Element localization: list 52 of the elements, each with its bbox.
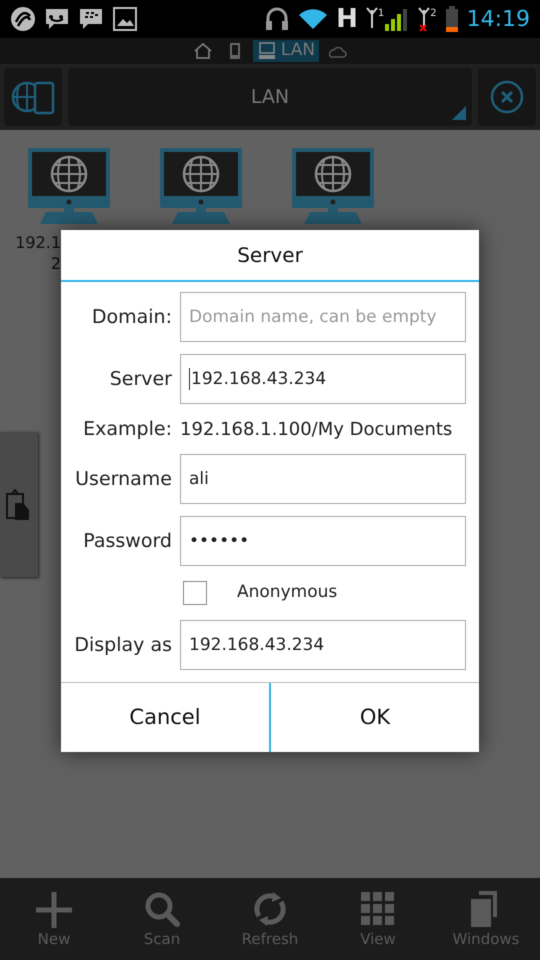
field-label: Password [82, 528, 173, 554]
app-icon [10, 6, 36, 32]
battery-icon [444, 5, 459, 33]
file-label: 2 [50, 253, 61, 274]
checkbox-label: Anonymous [237, 581, 338, 604]
toolbar-button[interactable]: New [0, 878, 108, 960]
path-dropdown[interactable]: LAN [68, 68, 472, 126]
network-type: H [336, 2, 358, 36]
toolbar-button[interactable]: View [324, 878, 432, 960]
computer-icon[interactable] [292, 148, 374, 224]
checkbox[interactable] [183, 581, 207, 605]
headphones-icon [264, 6, 290, 32]
grid-icon [359, 890, 397, 928]
close-icon [490, 80, 524, 114]
example-label: Example: [82, 416, 173, 442]
message-icon [78, 6, 104, 32]
side-panel-tab[interactable] [0, 432, 38, 577]
dialog-title: Server [61, 230, 479, 282]
input-field[interactable]: Domain name, can be empty [180, 292, 466, 342]
dropdown-corner-icon [452, 106, 466, 120]
file-label: 192.1 [14, 232, 61, 253]
globe-phone-icon [11, 79, 55, 115]
input-field[interactable]: ali [180, 454, 466, 504]
search-icon [143, 890, 181, 928]
clipboard-icon [6, 488, 32, 520]
wifi-icon [298, 7, 328, 31]
field-label: Display as [73, 632, 173, 658]
input-field[interactable]: •••••• [180, 516, 466, 566]
sim-label: 1 [378, 7, 384, 21]
sim-label: 2 [430, 7, 437, 21]
example-text: 192.168.1.100/My Documents [180, 418, 452, 442]
computer-icon[interactable] [28, 148, 110, 224]
network-device-button[interactable] [4, 68, 62, 126]
field-label: Server [108, 366, 173, 392]
field-label: Domain: [90, 304, 173, 330]
cancel-button[interactable]: Cancel [61, 683, 269, 752]
toolbar-button[interactable]: Windows [432, 878, 540, 960]
clock-time: 14:19 [466, 6, 530, 34]
antenna-icon [418, 6, 430, 32]
ok-button[interactable]: OK [269, 683, 479, 752]
computer-icon [256, 41, 277, 61]
plus-icon [35, 890, 73, 928]
location-tab[interactable]: LAN [252, 40, 320, 62]
toolbar-button[interactable]: Scan [108, 878, 216, 960]
input-field[interactable]: 192.168.43.234 [180, 620, 466, 670]
close-button[interactable] [478, 68, 536, 126]
computer-icon[interactable] [160, 148, 242, 224]
field-label: Username [74, 466, 173, 492]
image-icon [112, 6, 138, 32]
toolbar-button[interactable]: Refresh [216, 878, 324, 960]
input-field[interactable]: 192.168.43.234 [180, 354, 466, 404]
chat-icon [44, 6, 70, 32]
